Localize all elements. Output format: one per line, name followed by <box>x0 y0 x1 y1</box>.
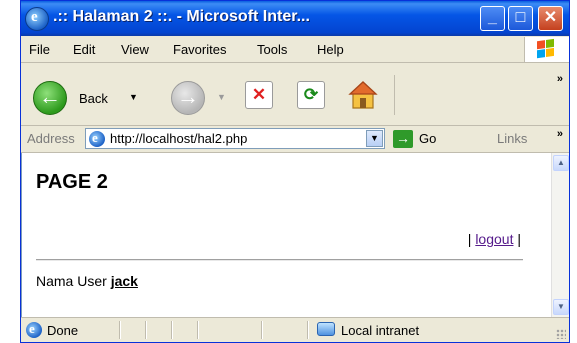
page-heading: PAGE 2 <box>36 171 108 193</box>
page-content: PAGE 2 | logout | Nama User jack <box>21 153 551 317</box>
logout-line: | logout | <box>468 231 521 247</box>
address-label: Address <box>27 131 75 146</box>
address-value[interactable]: http://localhost/hal2.php <box>110 131 247 146</box>
status-divider <box>119 321 121 339</box>
security-zone: Local intranet <box>341 323 420 338</box>
user-name-link[interactable]: jack <box>111 273 138 289</box>
back-dropdown-icon[interactable]: ▼ <box>129 92 138 102</box>
menu-edit[interactable]: Edit <box>73 42 95 57</box>
status-divider <box>171 321 173 339</box>
window-title: .:: Halaman 2 ::. - Microsoft Inter... <box>53 8 310 25</box>
refresh-icon[interactable]: ⟳ <box>297 81 325 109</box>
menu-help[interactable]: Help <box>317 42 344 57</box>
status-divider <box>307 321 309 339</box>
logout-suffix: | <box>513 231 521 247</box>
forward-arrow-icon[interactable]: → <box>171 81 205 115</box>
status-divider <box>145 321 147 339</box>
maximize-button[interactable]: □ <box>508 6 533 31</box>
menu-bar: File Edit View Favorites Tools Help <box>21 36 569 63</box>
status-divider <box>197 321 199 339</box>
status-divider <box>261 321 263 339</box>
address-bar: Address e http://localhost/hal2.php ▼ → … <box>21 126 569 153</box>
scroll-down-icon[interactable]: ▼ <box>553 299 569 315</box>
menu-tools[interactable]: Tools <box>257 42 287 57</box>
links-chevron-icon[interactable]: » <box>557 128 563 140</box>
ie-logo-icon: e <box>25 7 49 31</box>
close-button[interactable]: ✕ <box>538 6 563 31</box>
user-label: Nama User <box>36 273 111 289</box>
toolbar-separator <box>394 75 395 115</box>
status-text: Done <box>47 323 79 338</box>
back-arrow-icon[interactable]: ← <box>33 81 67 115</box>
address-input[interactable]: e http://localhost/hal2.php ▼ <box>85 128 385 149</box>
forward-dropdown-icon[interactable]: ▼ <box>217 92 226 102</box>
address-dropdown-icon[interactable]: ▼ <box>366 130 383 147</box>
go-button[interactable]: Go <box>419 131 436 146</box>
stop-icon[interactable]: ✕ <box>245 81 273 109</box>
status-page-icon: e <box>26 321 42 338</box>
links-label[interactable]: Links <box>497 131 527 146</box>
user-line: Nama User jack <box>36 273 138 289</box>
resize-grip-icon[interactable] <box>556 329 566 339</box>
scroll-up-icon[interactable]: ▲ <box>553 155 569 171</box>
status-bar: e Done Local intranet <box>21 317 569 342</box>
menu-file[interactable]: File <box>29 42 50 57</box>
intranet-zone-icon <box>317 322 335 336</box>
back-button-label[interactable]: Back <box>79 91 108 106</box>
browser-window: e .:: Halaman 2 ::. - Microsoft Inter...… <box>20 0 570 343</box>
page-icon: e <box>89 130 105 147</box>
title-bar[interactable]: e .:: Halaman 2 ::. - Microsoft Inter...… <box>21 1 569 36</box>
standard-toolbar: ← Back ▼ → ▼ ✕ ⟳ » <box>21 63 569 126</box>
horizontal-rule <box>36 259 523 261</box>
toolbar-chevron-icon[interactable]: » <box>557 73 563 85</box>
windows-flag-icon <box>524 37 569 62</box>
vertical-scrollbar[interactable]: ▲ ▼ <box>551 153 569 317</box>
menu-view[interactable]: View <box>121 42 149 57</box>
logout-link[interactable]: logout <box>475 231 513 247</box>
minimize-button[interactable]: _ <box>480 6 505 31</box>
menu-favorites[interactable]: Favorites <box>173 42 226 57</box>
home-icon[interactable] <box>347 79 379 111</box>
go-arrow-icon[interactable]: → <box>393 130 413 148</box>
